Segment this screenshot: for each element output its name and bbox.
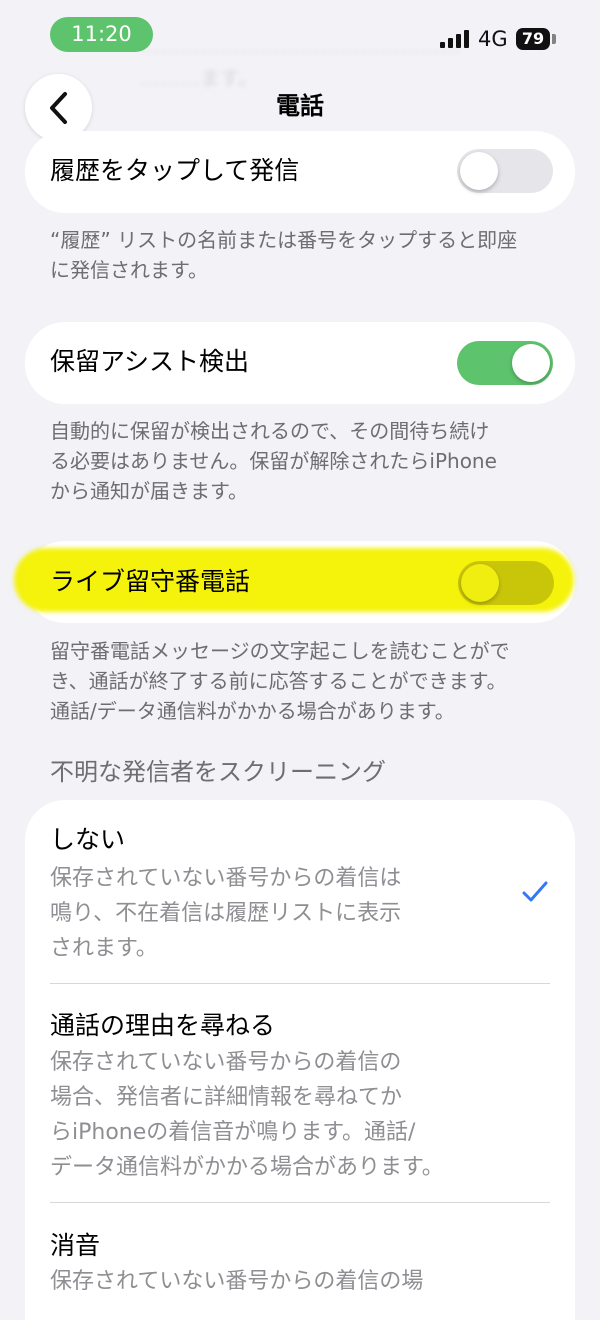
option-subtitle: 保存されていない番号からの着信の場 bbox=[50, 1269, 424, 1294]
toggle-knob bbox=[512, 344, 550, 382]
section-header: 不明な発信者をスクリーニング bbox=[50, 758, 386, 786]
setting-description: “履歴” リストの名前または番号をタップすると即座 に発信されます。 bbox=[50, 228, 518, 282]
setting-description: 自動的に保留が検出されるので、その間待ち続け る必要はありません。保留が解除され… bbox=[50, 419, 497, 503]
setting-label: ライブ留守番電話 bbox=[50, 567, 251, 596]
hold-assist-toggle[interactable] bbox=[457, 341, 553, 385]
setting-row-hold-assist: 保留アシスト検出 bbox=[25, 322, 575, 404]
option-subtitle: 保存されていない番号からの着信の 場合、発信者に詳細情報を尋ねてか らiPhon… bbox=[50, 1050, 444, 1180]
setting-label: 保留アシスト検出 bbox=[50, 347, 250, 376]
setting-label: 履歴をタップして発信 bbox=[50, 156, 300, 185]
divider bbox=[50, 1202, 550, 1203]
divider bbox=[50, 983, 550, 984]
setting-description: 留守番電話メッセージの文字起こしを読むことがで き、通話が終了する前に応答するこ… bbox=[50, 639, 510, 723]
status-time: 11:20 bbox=[50, 17, 153, 52]
toggle-knob bbox=[461, 564, 499, 602]
setting-row-tap-history: 履歴をタップして発信 bbox=[25, 131, 575, 213]
network-type: 4G bbox=[478, 27, 508, 51]
option-title: しない bbox=[50, 825, 126, 854]
live-voicemail-toggle[interactable] bbox=[458, 561, 554, 605]
option-subtitle: 保存されていない番号からの着信は 鳴り、不在着信は履歴リストに表示 されます。 bbox=[50, 866, 402, 961]
page-title: 電話 bbox=[276, 92, 324, 120]
battery-tip bbox=[552, 34, 556, 44]
checkmark-icon bbox=[522, 881, 548, 902]
option-title: 通話の理由を尋ねる bbox=[50, 1011, 276, 1040]
toggle-knob bbox=[460, 152, 498, 190]
cellular-signal-icon bbox=[440, 30, 469, 48]
option-title: 消音 bbox=[50, 1231, 101, 1260]
tap-history-toggle[interactable] bbox=[457, 149, 553, 193]
battery-icon: 79 bbox=[516, 28, 550, 50]
